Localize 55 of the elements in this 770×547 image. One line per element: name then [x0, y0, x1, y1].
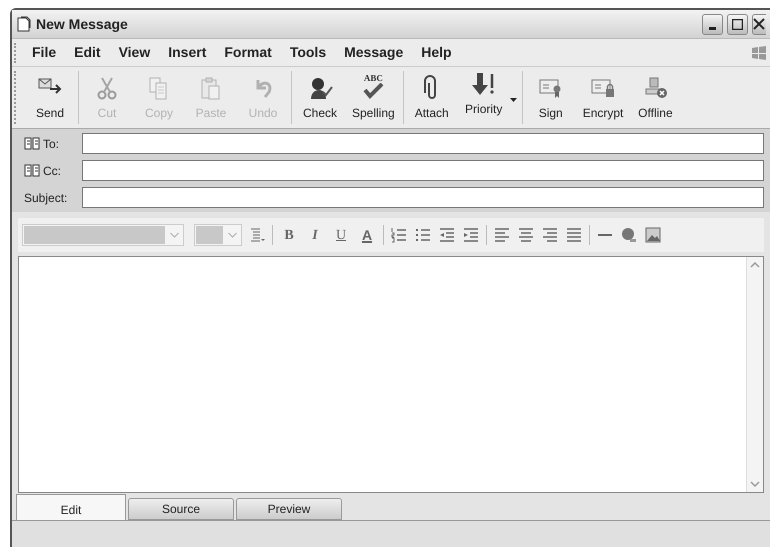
- minimize-icon: [709, 26, 716, 30]
- paragraph-style-icon[interactable]: [248, 226, 266, 244]
- align-right-icon[interactable]: [541, 226, 559, 244]
- globe-link-icon[interactable]: [620, 226, 638, 244]
- window-title: New Message: [36, 14, 129, 34]
- decrease-indent-icon[interactable]: [438, 226, 456, 244]
- address-book-icon[interactable]: [24, 164, 40, 177]
- toolbar-button[interactable]: Encrypt: [576, 67, 630, 128]
- document-icon: [16, 16, 32, 32]
- format-button[interactable]: A: [357, 224, 377, 246]
- menu-item[interactable]: Message: [344, 42, 404, 63]
- format-button[interactable]: I: [305, 224, 325, 246]
- bulleted-list-icon[interactable]: [414, 226, 432, 244]
- menu-item[interactable]: Help: [421, 42, 452, 63]
- menu-item[interactable]: Edit: [74, 42, 101, 63]
- minimize-button[interactable]: [702, 14, 723, 34]
- menu-item[interactable]: View: [118, 42, 150, 63]
- close-icon: [753, 18, 765, 30]
- toolbar-button[interactable]: Check: [294, 67, 346, 128]
- toolbar-button[interactable]: Sign: [524, 67, 577, 128]
- input-field[interactable]: [82, 187, 764, 208]
- input-field[interactable]: [82, 160, 764, 181]
- numbered-list-icon[interactable]: [390, 226, 408, 244]
- toolbar-button[interactable]: ABC Spelling: [346, 67, 401, 128]
- toolbar-button[interactable]: Attach: [406, 67, 458, 128]
- toolbar-button[interactable]: Send: [24, 67, 76, 128]
- tab[interactable]: Edit: [16, 494, 126, 520]
- close-button[interactable]: [752, 14, 766, 34]
- dropdown-arrow-icon[interactable]: [510, 98, 517, 102]
- picture-icon[interactable]: [644, 226, 662, 244]
- tab[interactable]: Source: [128, 498, 234, 520]
- chevron-down-icon: [170, 232, 179, 238]
- menu-item[interactable]: Insert: [168, 42, 206, 63]
- align-left-icon[interactable]: [493, 226, 511, 244]
- justify-icon[interactable]: [565, 226, 583, 244]
- menu-item[interactable]: File: [32, 42, 56, 63]
- address-book-icon[interactable]: [24, 137, 40, 150]
- input-field[interactable]: [82, 133, 764, 154]
- field-label: Cc:: [43, 162, 61, 180]
- field-label: Subject:: [24, 190, 68, 206]
- toolbar-button[interactable]: Offline: [629, 67, 682, 128]
- icon-text: ABC: [364, 74, 383, 83]
- format-button[interactable]: U: [331, 224, 351, 246]
- format-button[interactable]: B: [279, 224, 299, 246]
- menu-item[interactable]: Tools: [290, 42, 326, 63]
- increase-indent-icon[interactable]: [462, 226, 480, 244]
- field-label: To:: [43, 136, 60, 152]
- maximize-icon: [732, 18, 743, 30]
- maximize-button[interactable]: [727, 14, 748, 34]
- windows-logo-icon: [750, 44, 768, 62]
- tab[interactable]: Preview: [236, 498, 342, 520]
- menu-item[interactable]: Format: [224, 42, 272, 63]
- toolbar-button[interactable]: Priority: [458, 71, 510, 124]
- align-center-icon[interactable]: [517, 226, 535, 244]
- chevron-down-icon: [228, 232, 237, 238]
